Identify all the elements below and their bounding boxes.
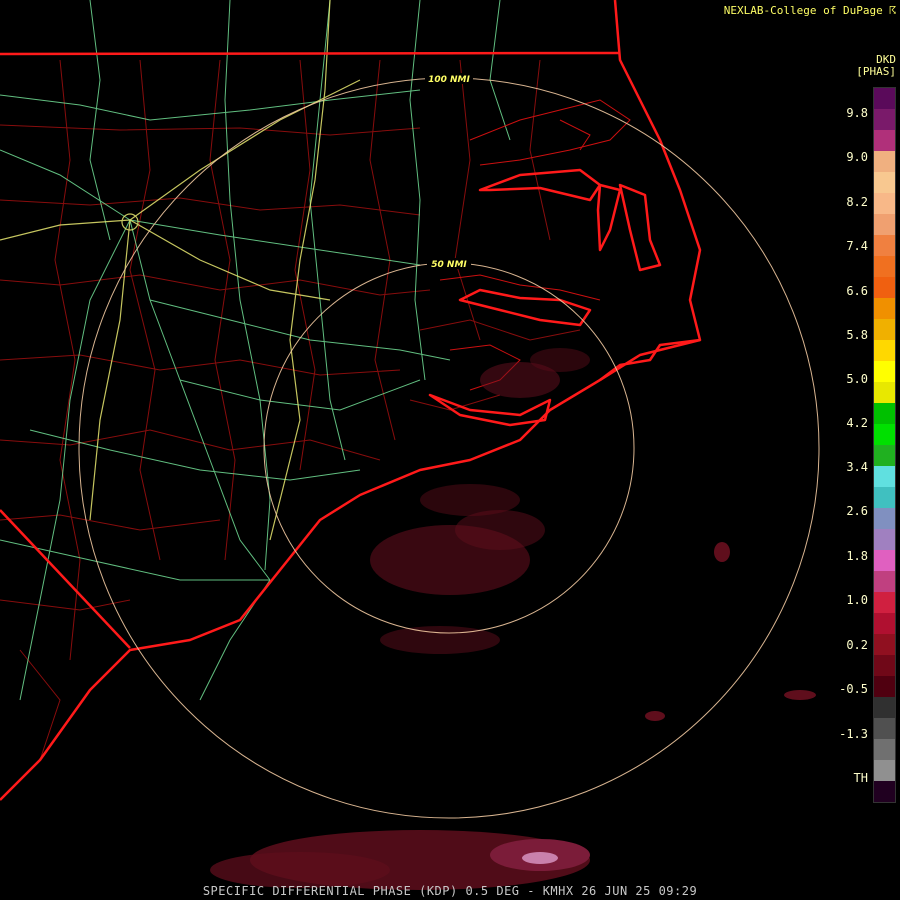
color-scale-swatch	[874, 193, 895, 214]
interstates	[0, 0, 361, 541]
color-scale-swatch	[874, 151, 895, 172]
color-scale-swatch	[874, 739, 895, 760]
range-ring-100	[78, 77, 820, 819]
color-scale-label: TH	[853, 771, 868, 785]
color-scale-swatch	[874, 319, 895, 340]
color-scale-swatch	[874, 214, 895, 235]
coastline	[0, 0, 702, 801]
color-scale-label: 6.6	[846, 284, 868, 298]
color-scale-swatch	[874, 445, 895, 466]
color-scale-label: 1.8	[846, 549, 868, 563]
color-scale-swatch	[874, 361, 895, 382]
range-label-100: 100 NMI	[428, 75, 470, 85]
color-scale-label: 5.8	[846, 328, 868, 342]
color-scale-swatch	[874, 718, 895, 739]
color-scale-label: 8.2	[846, 195, 868, 209]
color-scale-swatch	[874, 130, 895, 151]
color-scale-swatch	[874, 550, 895, 571]
color-scale-label: 7.4	[846, 239, 868, 253]
color-scale-swatch	[874, 613, 895, 634]
color-scale-bar	[873, 87, 896, 803]
color-scale-label: 9.8	[846, 106, 868, 120]
color-scale-label: 2.6	[846, 504, 868, 518]
color-scale-label: 4.2	[846, 416, 868, 430]
county-lines	[0, 59, 581, 761]
color-scale-swatch	[874, 676, 895, 697]
legend-unit: [PHAS]	[856, 65, 896, 78]
color-scale-swatch	[874, 235, 895, 256]
credit-text: NEXLAB-College of DuPage	[723, 4, 883, 17]
color-scale-swatch	[874, 466, 895, 487]
color-scale-labels: 9.8 9.0 8.2 7.4 6.6 5.8 5.0 4.2 3.4 2.6 1.8 1.0 0.2 -…	[820, 87, 868, 801]
credit-header: NEXLAB-College of DuPage ☈	[724, 4, 896, 17]
color-scale-swatch	[874, 109, 895, 130]
color-scale-label: 9.0	[846, 150, 868, 164]
product-caption: SPECIFIC DIFFERENTIAL PHASE (KDP) 0.5 DE…	[202, 884, 698, 898]
color-scale-swatch	[874, 697, 895, 718]
color-scale-swatch	[874, 592, 895, 613]
color-scale-swatch	[874, 88, 895, 109]
color-scale-swatch	[874, 298, 895, 319]
color-scale-swatch	[874, 382, 895, 403]
color-scale-swatch	[874, 655, 895, 676]
color-scale-swatch	[874, 403, 895, 424]
color-scale-swatch	[874, 487, 895, 508]
color-scale-swatch	[874, 571, 895, 592]
color-scale-swatch	[874, 634, 895, 655]
color-scale-swatch	[874, 760, 895, 781]
color-scale-swatch	[874, 424, 895, 445]
color-scale-label: -1.3	[839, 727, 868, 741]
color-scale-label: 1.0	[846, 593, 868, 607]
color-scale-label: 3.4	[846, 460, 868, 474]
color-scale-swatch	[874, 508, 895, 529]
color-scale-swatch	[874, 340, 895, 361]
range-rings	[78, 77, 820, 819]
color-scale-label: 5.0	[846, 372, 868, 386]
radar-echoes	[210, 348, 816, 890]
range-label-50: 50 NMI	[431, 260, 467, 270]
color-scale-swatch	[874, 529, 895, 550]
color-scale-label: -0.5	[839, 682, 868, 696]
radar-map[interactable]: 100 NMI 50 NMI	[0, 0, 900, 900]
color-scale-swatch	[874, 256, 895, 277]
color-scale-swatch	[874, 172, 895, 193]
color-scale-swatch	[874, 277, 895, 298]
legend-title: DKD [PHAS]	[856, 54, 896, 78]
lightning-logo-icon: ☈	[889, 4, 896, 17]
color-scale-label: 0.2	[846, 638, 868, 652]
color-scale-swatch	[874, 781, 895, 802]
